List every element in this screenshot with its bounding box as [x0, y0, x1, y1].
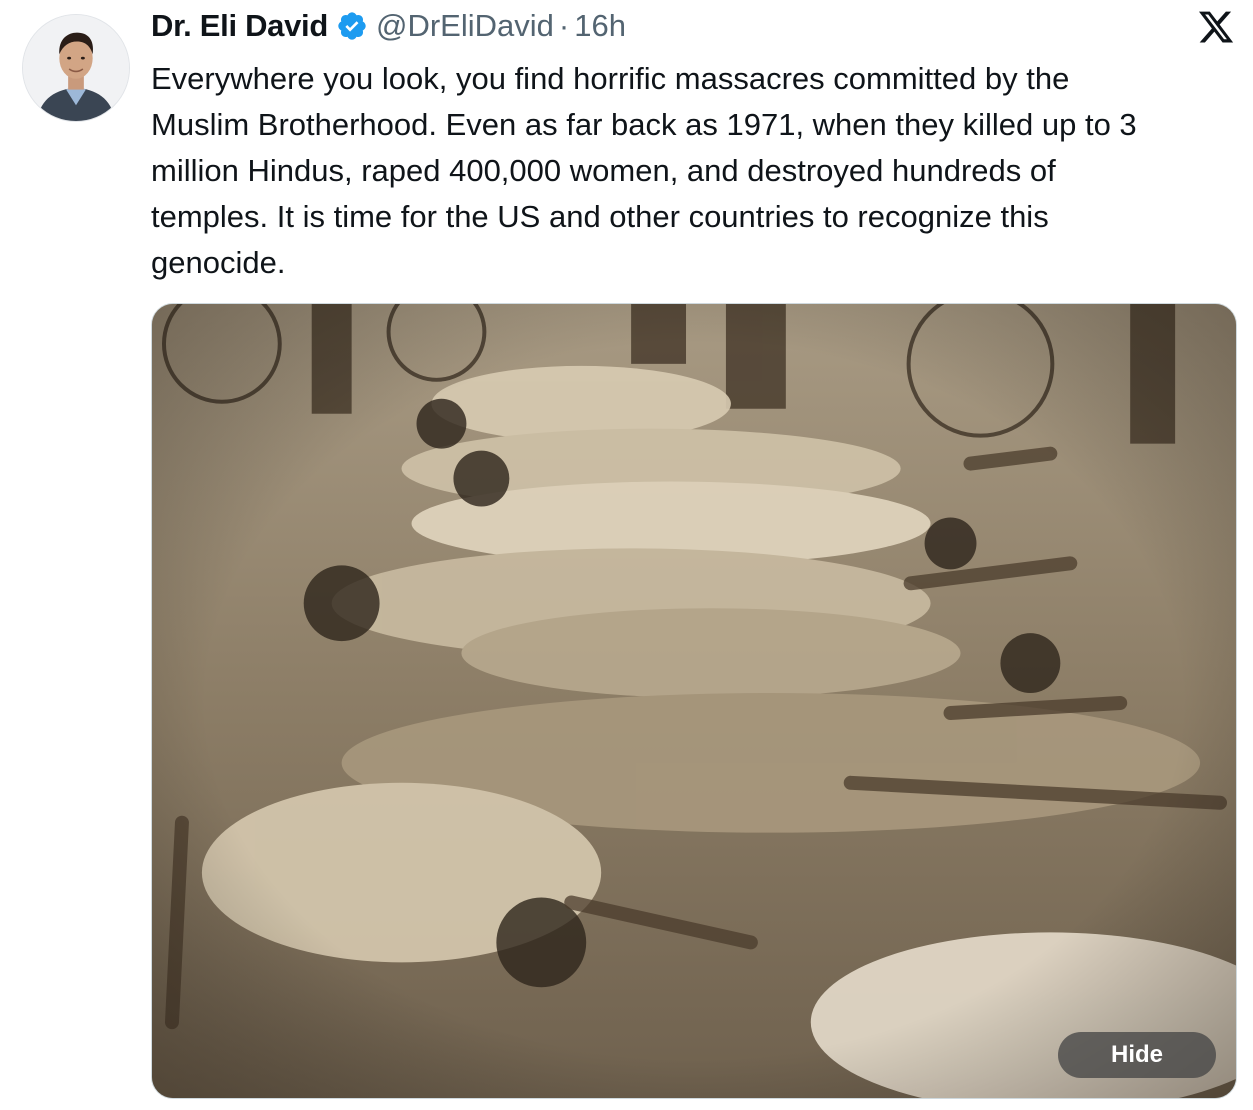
tweet-text-line: million Hindus, raped 400,000 women, and… — [151, 153, 1056, 188]
tweet-body-text: Everywhere you look, you find horrific m… — [151, 56, 1231, 286]
avatar-photo — [23, 15, 129, 121]
hide-media-button[interactable]: Hide — [1058, 1032, 1216, 1078]
tweet-media-photo[interactable]: Hide — [151, 303, 1237, 1099]
tweet-header: Dr. Eli David @DrEliDavid · 16h — [151, 6, 626, 46]
tweet-card: Dr. Eli David @DrEliDavid · 16h Everywhe… — [0, 0, 1253, 1110]
author-display-name[interactable]: Dr. Eli David — [151, 6, 328, 46]
sepia-photo — [152, 304, 1236, 1098]
tweet-text-line: temples. It is time for the US and other… — [151, 199, 1049, 234]
tweet-text-line: Muslim Brotherhood. Even as far back as … — [151, 107, 1137, 142]
author-avatar[interactable] — [22, 14, 130, 122]
tweet-text-line: genocide. — [151, 245, 286, 280]
header-separator: · — [558, 8, 570, 43]
tweet-timestamp[interactable]: 16h — [574, 6, 626, 46]
x-logo-icon[interactable] — [1197, 8, 1235, 46]
tweet-text-line: Everywhere you look, you find horrific m… — [151, 61, 1070, 96]
author-handle[interactable]: @DrEliDavid — [376, 6, 554, 46]
verified-badge-icon — [336, 10, 368, 42]
